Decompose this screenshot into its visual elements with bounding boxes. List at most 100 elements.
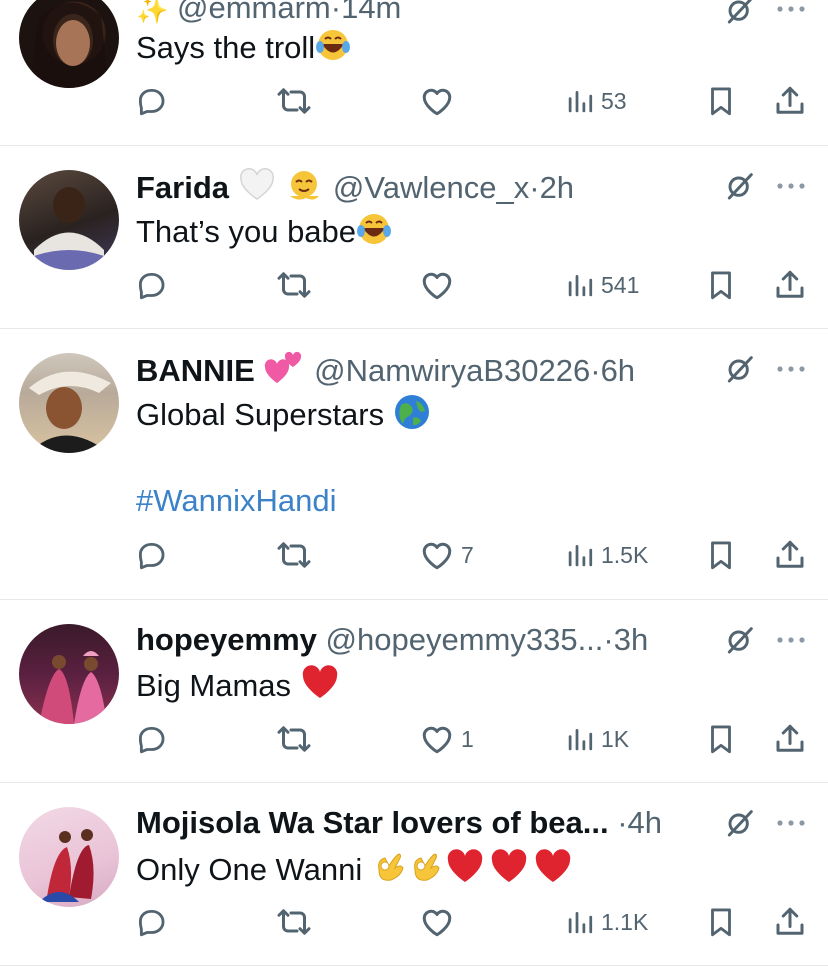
tweet[interactable]: BANNIE @NamwiryaB30226·6h Global Superst…: [0, 329, 828, 600]
tweet-header: Farida @Vawlence_x·2h: [136, 166, 574, 206]
two-hearts-emoji: [263, 349, 305, 397]
tweet[interactable]: hopeyemmy @hopeyemmy335...·3h Big Mamas …: [0, 600, 828, 783]
reply-icon: [134, 84, 168, 118]
reply-button[interactable]: [134, 537, 174, 573]
separator-dot: ·: [529, 170, 540, 206]
avatar[interactable]: [19, 170, 119, 270]
bookmark-button[interactable]: [704, 83, 738, 119]
bookmark-icon: [704, 905, 738, 939]
tweet[interactable]: ✨ @emmarm·14m Says the troll 53: [0, 0, 828, 146]
like-count: 7: [461, 541, 474, 568]
views-button[interactable]: 53: [565, 83, 627, 119]
bookmark-icon: [704, 538, 738, 572]
like-button[interactable]: [419, 904, 461, 940]
reply-button[interactable]: [134, 83, 174, 119]
share-button[interactable]: [772, 267, 808, 303]
tweet-time[interactable]: 6h: [601, 353, 635, 388]
tweet-time[interactable]: 3h: [614, 622, 648, 657]
reply-button[interactable]: [134, 721, 174, 757]
tweet-time[interactable]: 4h: [628, 805, 662, 840]
grok-icon[interactable]: [724, 0, 756, 26]
display-name[interactable]: BANNIE: [136, 353, 255, 388]
like-button[interactable]: [419, 83, 461, 119]
views-button[interactable]: 541: [565, 267, 639, 303]
white-heart-emoji: [238, 168, 276, 212]
retweet-icon: [276, 721, 312, 757]
retweet-button[interactable]: [276, 83, 318, 119]
red-heart-emoji: [487, 849, 531, 895]
globe-emoji: [393, 393, 431, 441]
display-name[interactable]: hopeyemmy: [136, 622, 317, 657]
like-button[interactable]: [419, 267, 461, 303]
views-button[interactable]: 1K: [565, 721, 629, 757]
views-count: 1.1K: [601, 908, 649, 935]
separator-dot: ·: [330, 0, 342, 25]
separator-dot: ·: [590, 353, 601, 389]
tweet[interactable]: Mojisola Wa Star lovers of bea... ·4h On…: [0, 783, 828, 966]
tweet[interactable]: Farida @Vawlence_x·2h That’s you babe 54…: [0, 146, 828, 329]
share-button[interactable]: [772, 537, 808, 573]
share-icon: [772, 537, 808, 573]
red-heart-emoji: [300, 665, 340, 711]
melting-face-emoji: [284, 166, 324, 214]
more-icon[interactable]: [776, 181, 806, 191]
avatar[interactable]: [19, 807, 119, 907]
tweet-text: That’s you babe: [136, 211, 392, 257]
retweet-button[interactable]: [276, 721, 318, 757]
views-button[interactable]: 1.5K: [565, 537, 648, 573]
share-icon: [772, 721, 808, 757]
retweet-icon: [276, 904, 312, 940]
retweet-button[interactable]: [276, 267, 318, 303]
share-button[interactable]: [772, 904, 808, 940]
like-icon: [419, 904, 455, 940]
reply-icon: [134, 905, 168, 939]
display-name[interactable]: Farida: [136, 170, 229, 205]
retweet-icon: [276, 267, 312, 303]
tweet-actions: 1 1K: [0, 721, 828, 757]
tweet-actions: 53: [0, 83, 828, 119]
bookmark-button[interactable]: [704, 267, 738, 303]
hashtag-link[interactable]: #WannixHandi: [136, 481, 336, 521]
grok-icon[interactable]: [724, 353, 756, 385]
sparkles-emoji: ✨: [136, 0, 169, 25]
user-handle[interactable]: @emmarm: [177, 0, 331, 25]
bookmark-button[interactable]: [704, 904, 738, 940]
tweet-text: Big Mamas: [136, 665, 340, 711]
tweet-text: Global Superstars: [136, 393, 431, 441]
more-icon[interactable]: [776, 635, 806, 645]
grok-icon[interactable]: [724, 170, 756, 202]
like-button[interactable]: 1: [419, 721, 474, 757]
views-button[interactable]: 1.1K: [565, 904, 648, 940]
reply-icon: [134, 538, 168, 572]
share-button[interactable]: [772, 83, 808, 119]
avatar[interactable]: [19, 353, 119, 453]
avatar[interactable]: [19, 624, 119, 724]
user-handle[interactable]: @hopeyemmy335...: [326, 622, 604, 657]
reply-button[interactable]: [134, 904, 174, 940]
tweet-time[interactable]: 2h: [540, 170, 574, 205]
bookmark-button[interactable]: [704, 537, 738, 573]
tweet-actions: 541: [0, 267, 828, 303]
tweet-actions: 7 1.5K: [0, 537, 828, 573]
share-button[interactable]: [772, 721, 808, 757]
more-icon[interactable]: [776, 364, 806, 374]
tweet-actions: 1.1K: [0, 904, 828, 940]
more-icon[interactable]: [776, 818, 806, 828]
user-handle[interactable]: @Vawlence_x: [333, 170, 529, 205]
like-button[interactable]: 7: [419, 537, 474, 573]
retweet-icon: [276, 537, 312, 573]
tweet-time[interactable]: 14m: [341, 0, 401, 25]
grok-icon[interactable]: [724, 807, 756, 839]
reply-button[interactable]: [134, 267, 174, 303]
display-name[interactable]: Mojisola Wa Star lovers of bea...: [136, 805, 609, 840]
user-handle[interactable]: @NamwiryaB30226: [314, 353, 590, 388]
red-heart-emoji: [531, 849, 575, 895]
retweet-button[interactable]: [276, 537, 318, 573]
bookmark-button[interactable]: [704, 721, 738, 757]
more-icon[interactable]: [776, 4, 806, 14]
grok-icon[interactable]: [724, 624, 756, 656]
red-heart-emoji: [443, 849, 487, 895]
tweet-header: ✨ @emmarm·14m: [136, 0, 401, 28]
avatar[interactable]: [19, 0, 119, 88]
retweet-button[interactable]: [276, 904, 318, 940]
